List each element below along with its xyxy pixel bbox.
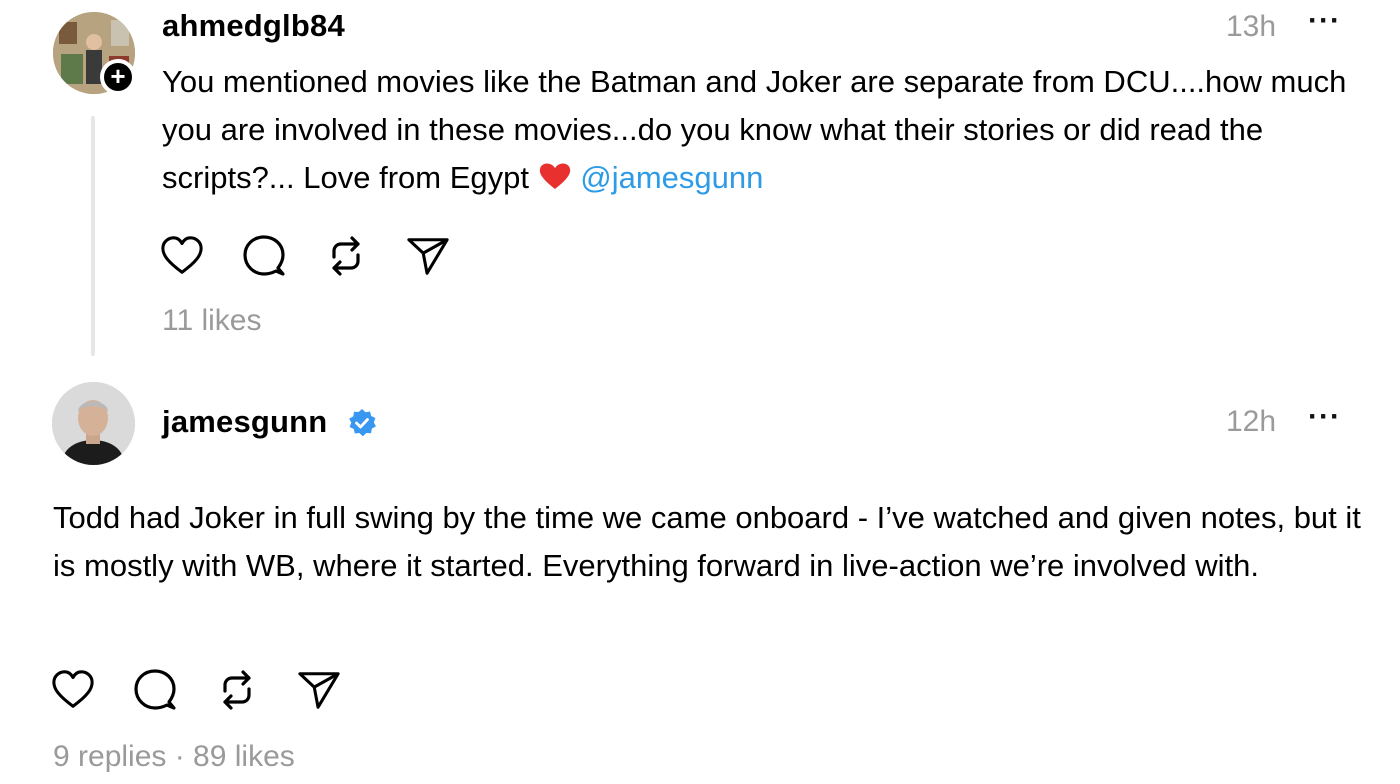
share-icon[interactable]	[406, 228, 450, 284]
avatar-jamesgunn[interactable]	[52, 382, 135, 465]
post-stats[interactable]: 11 likes	[162, 304, 262, 338]
heart-icon[interactable]	[160, 228, 204, 284]
more-options-button[interactable]: ···	[1308, 400, 1341, 434]
repost-icon[interactable]	[324, 228, 368, 284]
comment-icon[interactable]	[133, 662, 177, 718]
verified-badge-icon	[347, 408, 377, 438]
repost-icon[interactable]	[215, 662, 259, 718]
comment-icon[interactable]	[242, 228, 286, 284]
post-username[interactable]: ahmedglb84	[162, 8, 345, 44]
post-actions	[160, 228, 488, 284]
post-username[interactable]: jamesgunn	[162, 404, 327, 440]
red-heart-emoji-icon	[538, 157, 572, 189]
more-options-button[interactable]: ···	[1308, 4, 1341, 38]
post-timestamp: 13h	[1226, 10, 1277, 43]
thread-line	[91, 116, 95, 356]
post-timestamp: 12h	[1226, 405, 1277, 438]
share-icon[interactable]	[297, 662, 341, 718]
post-text: You mentioned movies like the Batman and…	[162, 58, 1362, 202]
heart-icon[interactable]	[51, 662, 95, 718]
follow-plus-badge[interactable]: +	[100, 59, 136, 95]
post-stats[interactable]: 9 replies · 89 likes	[53, 740, 295, 774]
post-text: Todd had Joker in full swing by the time…	[53, 500, 1361, 583]
mention-link[interactable]: @jamesgunn	[580, 160, 763, 195]
post-actions	[51, 662, 379, 718]
